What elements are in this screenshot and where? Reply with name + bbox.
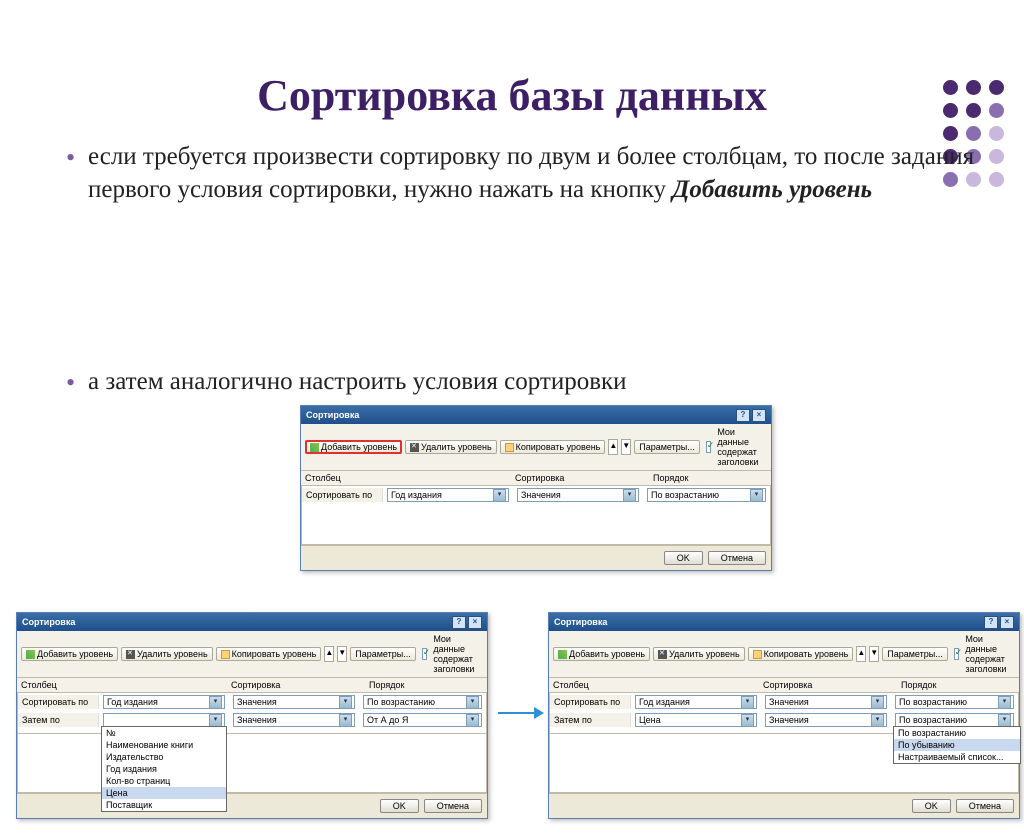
help-icon[interactable]: ?: [736, 409, 750, 422]
add-level-button[interactable]: Добавить уровень: [21, 647, 118, 661]
sort-dialog-2: Сортировка ?× Добавить уровень Удалить у…: [16, 612, 488, 819]
delete-icon: [658, 650, 667, 659]
sort-dialog-1: Сортировка ? × Добавить уровень Удалить …: [300, 405, 772, 571]
move-down-button[interactable]: ▼: [337, 646, 347, 662]
bullet-1-bold: Добавить уровень: [672, 176, 872, 203]
delete-level-button[interactable]: Удалить уровень: [121, 647, 213, 661]
add-icon: [558, 650, 567, 659]
column-combo[interactable]: Год издания▾: [635, 695, 757, 709]
col-header-column: Столбец: [301, 471, 381, 485]
dropdown-item[interactable]: По убыванию: [894, 739, 1020, 751]
chevron-down-icon: ▾: [750, 489, 763, 502]
help-icon[interactable]: ?: [452, 616, 466, 629]
dialog-title-text: Сортировка: [306, 410, 359, 420]
dropdown-item[interactable]: Кол-во страниц: [102, 775, 226, 787]
copy-level-button[interactable]: Копировать уровень: [216, 647, 322, 661]
sorton-combo[interactable]: Значения▾: [517, 488, 639, 502]
copy-icon: [221, 650, 230, 659]
delete-level-button[interactable]: Удалить уровень: [653, 647, 745, 661]
order-combo[interactable]: По возрастанию▾: [363, 695, 482, 709]
dropdown-item[interactable]: Настраиваемый список...: [894, 751, 1020, 763]
bullet-2: а затем аналогично настроить условия сор…: [60, 366, 984, 399]
move-up-button[interactable]: ▲: [324, 646, 334, 662]
move-up-button[interactable]: ▲: [856, 646, 866, 662]
sorton-combo-2[interactable]: Значения▾: [233, 713, 355, 727]
cancel-button[interactable]: Отмена: [424, 799, 482, 813]
delete-icon: [410, 443, 419, 452]
copy-level-button[interactable]: Копировать уровень: [748, 647, 854, 661]
delete-icon: [126, 650, 135, 659]
column-combo-2[interactable]: Цена▾: [635, 713, 757, 727]
copy-level-button[interactable]: Копировать уровень: [500, 440, 606, 454]
page-title: Сортировка базы данных: [0, 70, 1024, 121]
flow-arrow-icon: [498, 702, 544, 728]
column-dropdown[interactable]: №Наименование книгиИздательствоГод издан…: [101, 726, 227, 812]
column-combo-2[interactable]: ▾: [103, 713, 225, 727]
add-icon: [26, 650, 35, 659]
column-combo[interactable]: Год издания▾: [387, 488, 509, 502]
dropdown-item[interactable]: №: [102, 727, 226, 739]
dialog-titlebar: Сортировка ?×: [17, 613, 487, 631]
params-button[interactable]: Параметры...: [882, 647, 947, 661]
close-icon[interactable]: ×: [1000, 616, 1014, 629]
add-level-button[interactable]: Добавить уровень: [553, 647, 650, 661]
dropdown-item[interactable]: Поставщик: [102, 799, 226, 811]
dialog-titlebar: Сортировка ? ×: [301, 406, 771, 424]
ok-button[interactable]: OK: [664, 551, 703, 565]
bullet-1: если требуется произвести сортировку по …: [60, 141, 984, 206]
headers-checkbox[interactable]: [954, 648, 960, 660]
sorton-combo[interactable]: Значения▾: [233, 695, 355, 709]
headers-checkbox-label: Мои данные содержат заголовки: [717, 427, 767, 467]
chevron-down-icon: ▾: [493, 489, 506, 502]
copy-icon: [505, 443, 514, 452]
dropdown-item[interactable]: Цена: [102, 787, 226, 799]
move-up-button[interactable]: ▲: [608, 439, 618, 455]
order-combo[interactable]: По возрастанию▾: [647, 488, 766, 502]
help-icon[interactable]: ?: [984, 616, 998, 629]
add-icon: [310, 443, 319, 452]
dropdown-item[interactable]: Наименование книги: [102, 739, 226, 751]
delete-level-button[interactable]: Удалить уровень: [405, 440, 497, 454]
order-combo[interactable]: По возрастанию▾: [895, 695, 1014, 709]
sorton-combo-2[interactable]: Значения▾: [765, 713, 887, 727]
dialog-titlebar: Сортировка ?×: [549, 613, 1019, 631]
order-combo-2[interactable]: По возрастанию▾: [895, 713, 1014, 727]
close-icon[interactable]: ×: [468, 616, 482, 629]
cancel-button[interactable]: Отмена: [956, 799, 1014, 813]
params-button[interactable]: Параметры...: [350, 647, 415, 661]
add-level-button[interactable]: Добавить уровень: [305, 440, 402, 454]
headers-checkbox[interactable]: [706, 441, 712, 453]
dropdown-item[interactable]: По возрастанию: [894, 727, 1020, 739]
params-button[interactable]: Параметры...: [634, 440, 699, 454]
move-down-button[interactable]: ▼: [621, 439, 631, 455]
ok-button[interactable]: OK: [912, 799, 951, 813]
col-header-order: Порядок: [649, 471, 771, 485]
dropdown-item[interactable]: Издательство: [102, 751, 226, 763]
sortby-label: Сортировать по: [302, 488, 383, 502]
order-dropdown[interactable]: По возрастанию По убыванию Настраиваемый…: [893, 726, 1021, 764]
dropdown-item[interactable]: Год издания: [102, 763, 226, 775]
move-down-button[interactable]: ▼: [869, 646, 879, 662]
sorton-combo[interactable]: Значения▾: [765, 695, 887, 709]
cancel-button[interactable]: Отмена: [708, 551, 766, 565]
chevron-down-icon: ▾: [623, 489, 636, 502]
sort-dialog-3: Сортировка ?× Добавить уровень Удалить у…: [548, 612, 1020, 819]
headers-checkbox[interactable]: [422, 648, 428, 660]
close-icon[interactable]: ×: [752, 409, 766, 422]
column-combo[interactable]: Год издания▾: [103, 695, 225, 709]
ok-button[interactable]: OK: [380, 799, 419, 813]
col-header-sort: Сортировка: [511, 471, 649, 485]
copy-icon: [753, 650, 762, 659]
order-combo-2[interactable]: От А до Я▾: [363, 713, 482, 727]
